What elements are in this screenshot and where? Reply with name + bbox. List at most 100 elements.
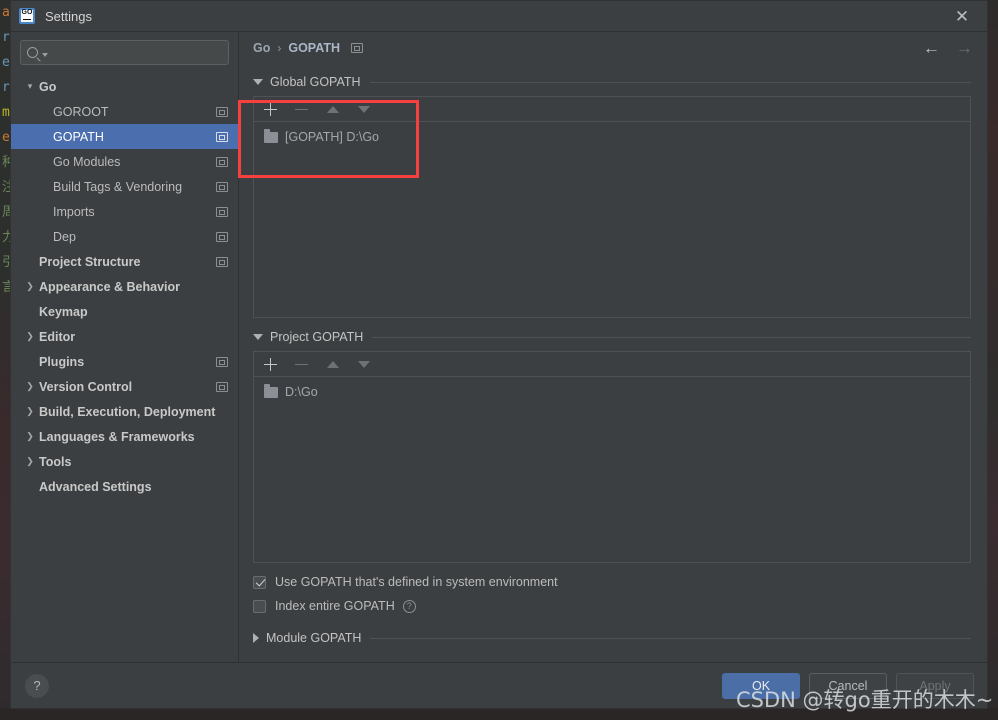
sidebar-item-imports[interactable]: Imports <box>11 199 238 224</box>
sidebar-item-goroot[interactable]: GOROOT <box>11 99 238 124</box>
breadcrumb-current: GOPATH <box>288 41 340 55</box>
add-icon[interactable] <box>263 357 278 372</box>
chevron-down-icon[interactable]: ▾ <box>23 81 37 92</box>
ok-button[interactable]: OK <box>722 672 800 699</box>
move-up-icon[interactable] <box>325 102 340 117</box>
sidebar-item-version-control[interactable]: ❯ Version Control <box>11 374 238 399</box>
project-gopath-panel: D:\Go <box>253 351 971 563</box>
chevron-right-icon[interactable]: ❯ <box>23 431 37 442</box>
breadcrumb: Go › GOPATH ← → <box>239 32 987 64</box>
project-gopath-toolbar <box>254 352 970 377</box>
sidebar-item-appearance-behavior[interactable]: ❯ Appearance & Behavior <box>11 274 238 299</box>
checkbox-checked-icon[interactable] <box>253 575 266 589</box>
sidebar-item-label: Go Modules <box>53 154 121 169</box>
module-config-icon[interactable] <box>216 181 228 192</box>
sidebar-item-advanced-settings[interactable]: Advanced Settings <box>11 474 238 499</box>
section-divider-line <box>372 336 971 338</box>
global-gopath-section-header[interactable]: Global GOPATH <box>253 72 971 92</box>
sidebar-item-label: Imports <box>53 204 95 219</box>
sidebar-item-tools[interactable]: ❯ Tools <box>11 449 238 474</box>
sidebar-item-label: Project Structure <box>39 254 141 269</box>
sidebar-item-languages-frameworks[interactable]: ❯ Languages & Frameworks <box>11 424 238 449</box>
module-config-icon[interactable] <box>216 131 228 142</box>
search-icon <box>27 47 38 58</box>
module-config-icon[interactable] <box>216 206 228 217</box>
module-config-icon[interactable] <box>216 381 228 392</box>
module-config-icon[interactable] <box>216 156 228 167</box>
help-icon[interactable]: ? <box>402 599 416 613</box>
sidebar-item-label: Editor <box>39 329 76 344</box>
remove-icon[interactable] <box>294 102 309 117</box>
help-button[interactable]: ? <box>25 673 49 698</box>
remove-icon[interactable] <box>294 357 309 372</box>
sidebar-item-build-tags-vendoring[interactable]: Build Tags & Vendoring <box>11 174 238 199</box>
dialog-footer: ? OK Cancel Apply <box>11 662 987 708</box>
checkbox-row[interactable]: Index entire GOPATH? <box>253 595 971 617</box>
settings-main-panel: Go › GOPATH ← → Global GOPATH [GOPATH] D… <box>239 32 987 662</box>
module-config-icon[interactable] <box>216 256 228 267</box>
gopath-entry-label: [GOPATH] D:\Go <box>285 130 379 144</box>
dialog-buttons: OK Cancel Apply <box>722 672 974 699</box>
apply-button[interactable]: Apply <box>896 672 974 699</box>
sidebar-item-go[interactable]: ▾ Go <box>11 74 238 99</box>
list-item[interactable]: [GOPATH] D:\Go <box>254 126 970 148</box>
gopath-entry-label: D:\Go <box>285 385 318 399</box>
close-icon[interactable]: ✕ <box>951 5 973 27</box>
sidebar-item-gopath[interactable]: GOPATH <box>11 124 238 149</box>
chevron-right-icon[interactable]: ❯ <box>23 281 37 292</box>
module-config-icon[interactable] <box>216 106 228 117</box>
checkbox-row[interactable]: Use GOPATH that's defined in system envi… <box>253 571 971 593</box>
breadcrumb-root[interactable]: Go <box>253 41 270 55</box>
sidebar-item-label: GOPATH <box>53 129 104 144</box>
sidebar-item-label: Languages & Frameworks <box>39 429 195 444</box>
project-gopath-section-header[interactable]: Project GOPATH <box>253 327 971 347</box>
sidebar-item-label: Build Tags & Vendoring <box>53 179 183 194</box>
chevron-right-icon[interactable]: ❯ <box>23 381 37 392</box>
window-title: Settings <box>45 8 92 24</box>
settings-sidebar: ▾ Go GOROOT GOPATH Go Modules Build Tags & Ve… <box>11 32 239 662</box>
checkbox-unchecked-icon[interactable] <box>253 599 266 613</box>
forward-icon[interactable]: → <box>956 40 973 57</box>
chevron-right-icon[interactable]: ❯ <box>23 406 37 417</box>
settings-dialog: Settings ✕ ▾GoGOROOTGOPATHGo ModulesBuil… <box>10 0 988 709</box>
sidebar-item-label: Go <box>39 79 57 94</box>
collapse-triangle-icon[interactable] <box>253 79 263 85</box>
background-bottom-strip <box>0 708 998 720</box>
sidebar-item-keymap[interactable]: Keymap <box>11 299 238 324</box>
move-down-icon[interactable] <box>356 102 371 117</box>
section-divider-line <box>369 81 971 83</box>
gopath-options: Use GOPATH that's defined in system envi… <box>253 571 971 617</box>
sidebar-item-editor[interactable]: ❯ Editor <box>11 324 238 349</box>
search-box[interactable] <box>20 40 229 65</box>
add-icon[interactable] <box>263 102 278 117</box>
checkbox-label: Use GOPATH that's defined in system envi… <box>275 575 558 589</box>
global-gopath-list: [GOPATH] D:\Go <box>254 122 970 317</box>
search-input[interactable] <box>48 45 222 60</box>
module-gopath-section-header[interactable]: Module GOPATH <box>253 628 971 648</box>
move-down-icon[interactable] <box>356 357 371 372</box>
checkbox-label: Index entire GOPATH <box>275 599 395 613</box>
sidebar-item-project-structure[interactable]: Project Structure <box>11 249 238 274</box>
folder-icon <box>264 129 278 143</box>
module-config-icon[interactable] <box>216 231 228 242</box>
collapse-triangle-icon[interactable] <box>253 334 263 340</box>
sidebar-item-go-modules[interactable]: Go Modules <box>11 149 238 174</box>
sidebar-item-label: Dep <box>53 229 76 244</box>
sidebar-item-plugins[interactable]: Plugins <box>11 349 238 374</box>
list-item[interactable]: D:\Go <box>254 381 970 403</box>
module-gopath-title: Module GOPATH <box>266 631 362 645</box>
sidebar-item-build-execution-deployment[interactable]: ❯ Build, Execution, Deployment <box>11 399 238 424</box>
cancel-button[interactable]: Cancel <box>809 672 887 699</box>
chevron-right-icon[interactable]: ❯ <box>23 331 37 342</box>
expand-triangle-icon[interactable] <box>253 633 259 643</box>
back-icon[interactable]: ← <box>923 40 940 57</box>
search-wrapper <box>11 32 238 72</box>
section-divider-line <box>370 637 971 639</box>
chevron-right-icon[interactable]: ❯ <box>23 456 37 467</box>
dialog-body: ▾ Go GOROOT GOPATH Go Modules Build Tags & Ve… <box>11 32 987 662</box>
sidebar-item-label: Version Control <box>39 379 133 394</box>
move-up-icon[interactable] <box>325 357 340 372</box>
sidebar-item-dep[interactable]: Dep <box>11 224 238 249</box>
module-config-icon[interactable] <box>350 43 363 53</box>
module-config-icon[interactable] <box>216 356 228 367</box>
